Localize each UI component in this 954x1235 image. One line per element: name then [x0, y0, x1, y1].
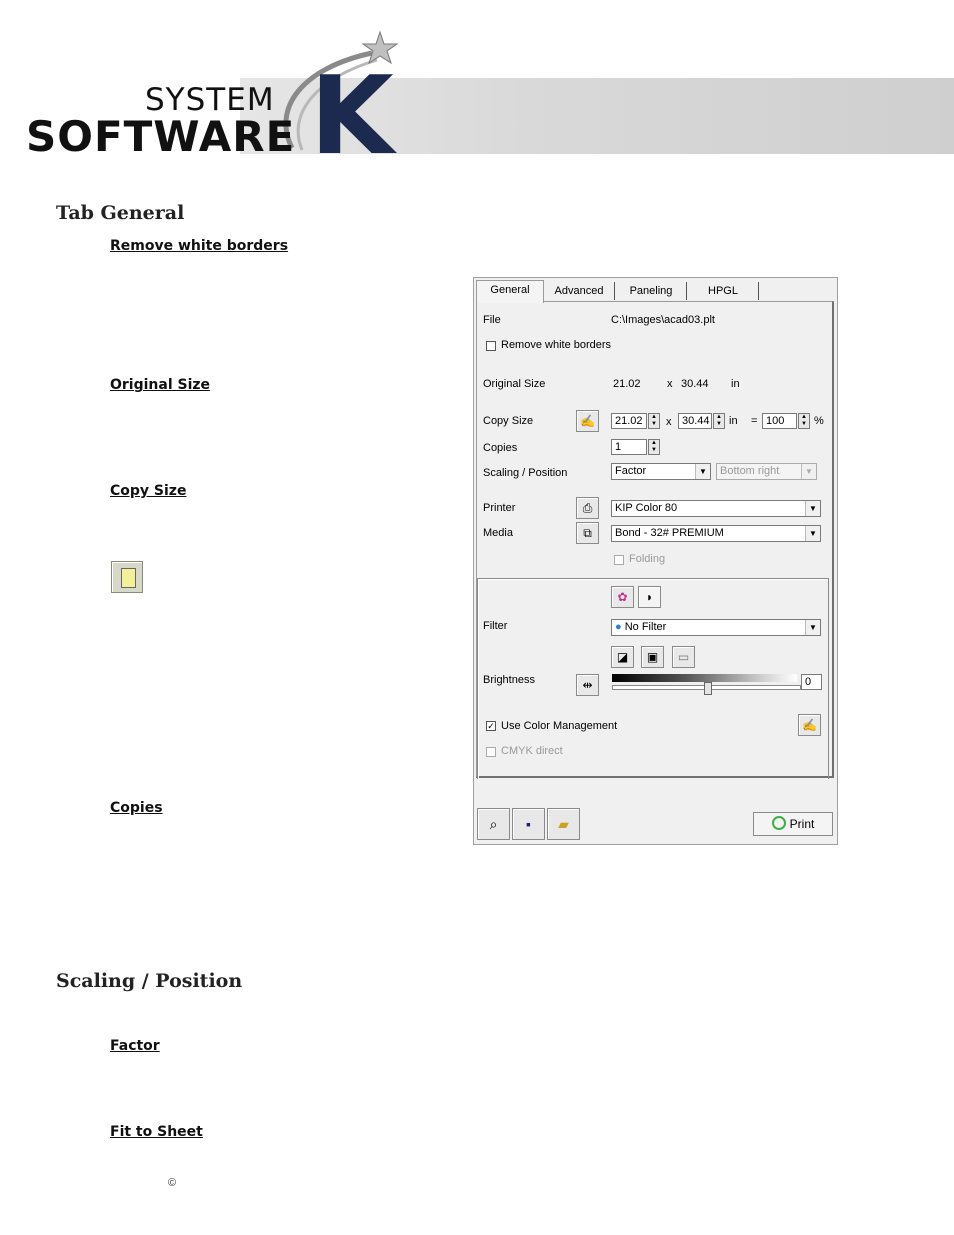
printer-settings-button[interactable]: ⎙ [576, 497, 599, 519]
hand-icon: ✍ [802, 718, 817, 732]
hand-icon: ✍ [580, 414, 595, 428]
copies-input[interactable]: 1 [611, 439, 647, 455]
printer-select[interactable]: KIP Color 80 ▼ [611, 500, 821, 517]
magnifier-page-icon: ⌕ [489, 816, 498, 832]
media-select[interactable]: Bond - 32# PREMIUM ▼ [611, 525, 821, 542]
brightness-label: Brightness [483, 674, 535, 686]
heading-scaling-position: Scaling / Position [56, 970, 243, 992]
copy-times: x [666, 416, 672, 428]
copy-pages-icon: ⧉ [583, 526, 592, 540]
magic-image-icon: ◪ [616, 650, 629, 664]
percent-spinner[interactable]: ▲ ▼ [798, 413, 810, 429]
brightness-gradient [612, 674, 797, 682]
document-icon [111, 561, 143, 593]
image-icon: ▣ [646, 650, 659, 664]
preview-button[interactable]: ⌕ [477, 808, 510, 840]
brightness-input[interactable]: 0 [801, 674, 822, 690]
folding-checkbox [614, 555, 624, 565]
subheading-remove-white-borders: Remove white borders [110, 238, 289, 254]
color-management-settings-button[interactable]: ✍ [798, 714, 821, 736]
use-color-management-label: Use Color Management [501, 720, 618, 732]
hand-tool-button[interactable]: ✍ [576, 410, 599, 432]
subheading-copies: Copies [110, 800, 163, 816]
copy-height-spinner[interactable]: ▲ ▼ [713, 413, 725, 429]
tab-general[interactable]: General [476, 280, 544, 303]
scaling-position-label: Scaling / Position [483, 467, 568, 479]
brightness-slider-thumb[interactable] [704, 682, 712, 695]
auto-brightness-button[interactable]: ◪ [611, 646, 634, 668]
copy-size-label: Copy Size [483, 415, 534, 427]
chevron-down-icon: ▼ [695, 464, 710, 479]
color-dots-icon: ● [615, 621, 622, 633]
copy-width-input[interactable]: 21.02 [611, 413, 647, 429]
copy-width-spinner[interactable]: ▲ ▼ [648, 413, 660, 429]
use-color-management-checkbox[interactable]: ✓ [486, 721, 496, 731]
copy-unit: in [729, 415, 738, 427]
subheading-original-size: Original Size [110, 377, 211, 393]
bw-mode-button[interactable]: ◗ [638, 586, 661, 608]
file-path: C:\Images\acad03.plt [611, 314, 715, 326]
disk-icon: ▭ [677, 650, 690, 664]
open-folder-button[interactable]: ▰ [547, 808, 580, 840]
media-label: Media [483, 527, 513, 539]
original-height: 30.44 [681, 378, 709, 390]
chevron-down-icon: ▼ [801, 464, 816, 479]
filter-select-value: No Filter [624, 621, 667, 633]
tab-paneling[interactable]: Paneling [616, 282, 687, 300]
subheading-copy-size: Copy Size [110, 483, 187, 499]
position-select: Bottom right ▼ [716, 463, 817, 480]
scaling-select[interactable]: Factor ▼ [611, 463, 711, 480]
cmyk-direct-checkbox [486, 747, 496, 757]
printer-icon: ⎙ [582, 501, 593, 515]
copies-label: Copies [483, 442, 518, 454]
filter-label: Filter [483, 620, 508, 632]
save-filter-button[interactable]: ▭ [672, 646, 695, 668]
subheading-factor: Factor [110, 1038, 160, 1054]
cmyk-direct-label: CMYK direct [501, 745, 563, 757]
remove-white-borders-checkbox[interactable] [486, 341, 496, 351]
logo-software-text: SOFTWARE [26, 112, 296, 161]
printer-label: Printer [483, 502, 516, 514]
media-select-value: Bond - 32# PREMIUM [615, 527, 724, 539]
brightness-reset-button[interactable]: ⇹ [576, 674, 599, 696]
color-wheel-icon: ✿ [617, 590, 628, 604]
print-dialog: General Advanced Paneling HPGL File C:\I… [473, 277, 838, 845]
scaling-select-value: Factor [615, 465, 647, 477]
chevron-down-icon: ▼ [805, 501, 820, 516]
subheading-fit-to-sheet: Fit to Sheet [110, 1124, 203, 1140]
print-button-label: Print [789, 817, 815, 831]
save-button[interactable]: ▪ [512, 808, 545, 840]
folder-open-icon: ▰ [558, 816, 569, 832]
original-size-label: Original Size [483, 378, 546, 390]
printer-select-value: KIP Color 80 [615, 502, 678, 514]
original-times: x [667, 378, 673, 390]
folding-label: Folding [629, 553, 666, 565]
original-width: 21.02 [613, 378, 641, 390]
image-preview-button[interactable]: ▣ [641, 646, 664, 668]
original-unit: in [731, 378, 740, 390]
chevron-down-icon: ▼ [805, 526, 820, 541]
percent-input[interactable]: 100 [762, 413, 797, 429]
refresh-icon [771, 816, 786, 830]
copyright-symbol: © [168, 1177, 177, 1189]
tab-advanced[interactable]: Advanced [544, 282, 615, 300]
file-label: File [483, 314, 501, 326]
copy-height-input[interactable]: 30.44 [678, 413, 712, 429]
remove-white-borders-label: Remove white borders [501, 339, 612, 351]
logo-k-letter: K [310, 54, 394, 179]
floppy-disk-icon: ▪ [526, 816, 531, 832]
position-select-value: Bottom right [720, 465, 780, 477]
copies-spinner[interactable]: ▲ ▼ [648, 439, 660, 455]
media-settings-button[interactable]: ⧉ [576, 522, 599, 544]
heading-tab-general: Tab General [56, 202, 185, 224]
chevron-down-icon: ▼ [805, 620, 820, 635]
percent-sign: % [814, 415, 824, 427]
filter-select[interactable]: ● No Filter ▼ [611, 619, 821, 636]
print-button[interactable]: Print [753, 812, 833, 836]
split-arrows-icon: ⇹ [582, 678, 593, 692]
color-mode-button[interactable]: ✿ [611, 586, 634, 608]
half-moon-icon: ◗ [645, 590, 654, 604]
equals-sign: = [751, 415, 758, 427]
tab-hpgl[interactable]: HPGL [688, 282, 759, 300]
